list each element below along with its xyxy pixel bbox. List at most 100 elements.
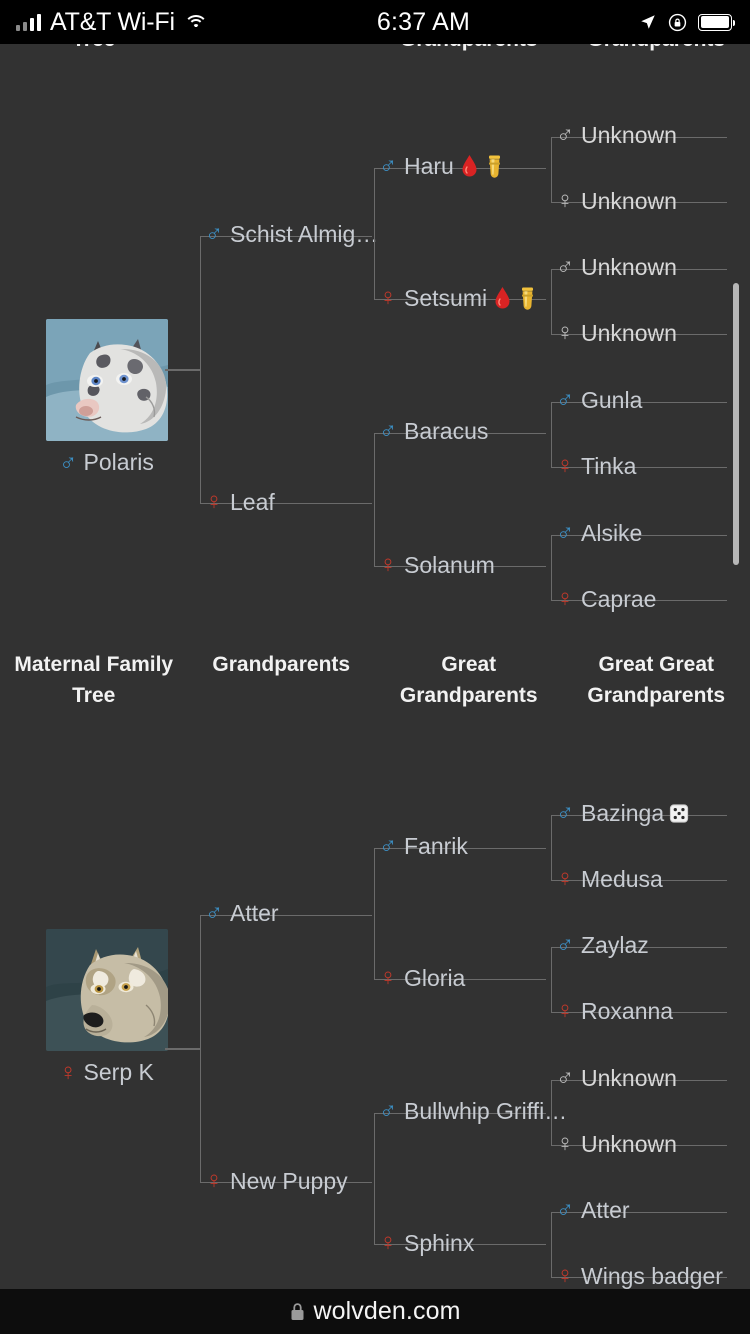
maternal-gp-bracket-maternal: ♂ Bullwhip Griffi… ♀ Sphinx xyxy=(374,1099,567,1255)
clock-label: 6:37 AM xyxy=(376,7,470,36)
paternal-gp-baracus[interactable]: ♂ Baracus xyxy=(379,419,488,443)
maternal-ggp-2-mother[interactable]: ♀ Roxanna xyxy=(556,999,673,1023)
female-symbol-icon: ♀ xyxy=(379,284,397,311)
paternal-gp-bracket-paternal: ♂ Haru ♀ Setsumi xyxy=(374,154,546,310)
paternal-ggp-4-father-name: Alsike xyxy=(581,519,643,546)
male-symbol-icon: ♂ xyxy=(379,832,397,859)
female-symbol-icon: ♀ xyxy=(59,1059,78,1086)
paternal-gp-setsumi[interactable]: ♀ Setsumi xyxy=(379,286,537,310)
maternal-root-name: ♀ Serp K xyxy=(13,1059,200,1086)
maternal-ggp-3-mother: ♀ Unknown xyxy=(556,1132,677,1156)
header-paternal-great-grandparents: Grandparents xyxy=(375,44,563,55)
male-symbol-icon: ♂ xyxy=(379,152,397,179)
maternal-ggp-3-mother-name: Unknown xyxy=(581,1130,677,1157)
paternal-parent-mother-name: Leaf xyxy=(230,488,275,515)
location-arrow-icon xyxy=(641,15,655,29)
blood-drop-icon xyxy=(462,155,477,177)
paternal-gp-haru-name: Haru xyxy=(404,152,454,179)
paternal-ggp-4-mother-name: Caprae xyxy=(581,585,657,612)
maternal-ggp-2-mother-name: Roxanna xyxy=(581,997,674,1024)
male-symbol-icon: ♂ xyxy=(205,220,223,247)
paternal-root-wolf[interactable]: ♂ Polaris xyxy=(13,319,200,476)
maternal-gp-bracket-paternal: ♂ Fanrik ♀ Gloria xyxy=(374,834,546,990)
paternal-tree-headers: Tree Grandparents Grandparents xyxy=(0,44,750,55)
header-maternal-great-grandparents: Great Grandparents xyxy=(399,653,538,707)
maternal-gp-gloria[interactable]: ♀ Gloria xyxy=(379,966,465,990)
blood-drop-icon xyxy=(495,287,510,309)
paternal-ggp-bracket-4: ♂ Alsike ♀ Caprae xyxy=(551,521,727,611)
male-symbol-icon: ♂ xyxy=(556,1196,574,1223)
maternal-ggp-3-father-name: Unknown xyxy=(581,1064,677,1091)
male-symbol-icon: ♂ xyxy=(556,1064,574,1091)
maternal-ggp-bracket-3: ♂ Unknown ♀ Unknown xyxy=(551,1066,727,1156)
paternal-gp-solanum[interactable]: ♀ Solanum xyxy=(379,553,495,577)
paternal-ggp-2-mother: ♀ Unknown xyxy=(556,321,677,345)
paternal-ggp-2-father: ♂ Unknown xyxy=(556,255,677,279)
maternal-ggp-bracket-1: ♂ Bazinga ♀ Medusa xyxy=(551,801,727,891)
wolf-portrait-serp-k[interactable] xyxy=(45,929,168,1051)
paternal-gp-solanum-name: Solanum xyxy=(404,551,495,578)
wifi-icon xyxy=(183,14,208,31)
maternal-gp-sphinx-name: Sphinx xyxy=(404,1229,475,1256)
paternal-ggp-3-mother[interactable]: ♀ Tinka xyxy=(556,454,636,478)
die-icon xyxy=(670,803,689,823)
maternal-tree-headers: Maternal Family Tree Grandparents Great … xyxy=(0,649,750,711)
maternal-gp-bullwhip[interactable]: ♂ Bullwhip Griffi… xyxy=(379,1099,567,1123)
maternal-ggp-3-father: ♂ Unknown xyxy=(556,1066,677,1090)
maternal-parent-mother[interactable]: ♀ New Puppy xyxy=(205,1169,348,1193)
paternal-ggp-1-father: ♂ Unknown xyxy=(556,123,677,147)
paternal-gp-bracket-maternal: ♂ Baracus ♀ Solanum xyxy=(374,419,546,577)
maternal-ggp-1-father[interactable]: ♂ Bazinga xyxy=(556,801,691,825)
paternal-gp-baracus-name: Baracus xyxy=(404,417,489,444)
female-symbol-icon: ♀ xyxy=(205,1167,223,1194)
paternal-parent-father[interactable]: ♂ Schist Almig… xyxy=(205,222,378,246)
maternal-ggp-1-father-name: Bazinga xyxy=(581,799,665,826)
female-symbol-icon: ♀ xyxy=(556,865,574,892)
maternal-ggp-4-mother[interactable]: ♀ Wings badger xyxy=(556,1264,723,1288)
paternal-ggp-4-mother[interactable]: ♀ Caprae xyxy=(556,587,656,611)
maternal-ggp-2-father[interactable]: ♂ Zaylaz xyxy=(556,933,649,957)
maternal-parent-father-name: Atter xyxy=(230,899,279,926)
browser-url-bar[interactable]: wolvden.com xyxy=(0,1289,750,1334)
maternal-ggp-4-father[interactable]: ♂ Atter xyxy=(556,1198,630,1222)
webpage-viewport[interactable]: Tree Grandparents Grandparents xyxy=(0,44,750,1289)
urn-icon xyxy=(522,287,534,310)
vertical-scrollbar[interactable] xyxy=(733,283,739,565)
maternal-gp-gloria-name: Gloria xyxy=(404,964,466,991)
paternal-ggp-3-father-name: Gunla xyxy=(581,386,643,413)
battery-icon xyxy=(698,13,736,31)
paternal-parent-mother[interactable]: ♀ Leaf xyxy=(205,490,275,514)
header-paternal-great-great-grandparents: Grandparents xyxy=(563,44,750,55)
female-symbol-icon: ♀ xyxy=(556,452,574,479)
paternal-parent-father-name: Schist Almig… xyxy=(230,220,379,247)
maternal-gp-fanrik[interactable]: ♂ Fanrik xyxy=(379,834,468,858)
paternal-ggp-1-father-name: Unknown xyxy=(581,121,677,148)
header-maternal-great-great-grandparents: Great Great Grandparents xyxy=(587,653,726,707)
paternal-ggp-bracket-1: ♂ Unknown ♀ Unknown xyxy=(551,123,727,213)
maternal-ggp-1-mother[interactable]: ♀ Medusa xyxy=(556,867,663,891)
maternal-gp-sphinx[interactable]: ♀ Sphinx xyxy=(379,1231,474,1255)
maternal-root-connector xyxy=(165,1048,201,1050)
paternal-ggp-1-mother-name: Unknown xyxy=(581,187,677,214)
carrier-label: AT&T Wi-Fi xyxy=(50,7,175,36)
female-symbol-icon: ♀ xyxy=(556,1130,574,1157)
maternal-root-name-text: Serp K xyxy=(83,1059,154,1085)
male-symbol-icon: ♂ xyxy=(59,449,78,476)
paternal-ggp-bracket-2: ♂ Unknown ♀ Unknown xyxy=(551,255,727,345)
female-symbol-icon: ♀ xyxy=(556,1262,574,1289)
paternal-ggp-3-mother-name: Tinka xyxy=(581,452,637,479)
male-symbol-icon: ♂ xyxy=(556,519,574,546)
wolf-portrait-polaris[interactable] xyxy=(45,319,168,441)
signal-bars-icon xyxy=(16,13,41,31)
paternal-gp-haru[interactable]: ♂ Haru xyxy=(379,154,504,178)
paternal-ggp-3-father[interactable]: ♂ Gunla xyxy=(556,388,642,412)
female-symbol-icon: ♀ xyxy=(379,964,397,991)
maternal-root-wolf[interactable]: ♀ Serp K xyxy=(13,929,200,1086)
paternal-parents-bracket: ♂ Schist Almig… ♀ Leaf xyxy=(200,222,378,514)
maternal-ggp-4-father-name: Atter xyxy=(581,1196,630,1223)
male-symbol-icon: ♂ xyxy=(379,1097,397,1124)
paternal-ggp-4-father[interactable]: ♂ Alsike xyxy=(556,521,642,545)
maternal-parent-father[interactable]: ♂ Atter xyxy=(205,901,279,925)
header-maternal-family-tree: Maternal Family Tree xyxy=(14,653,174,707)
paternal-gp-setsumi-name: Setsumi xyxy=(404,284,488,311)
